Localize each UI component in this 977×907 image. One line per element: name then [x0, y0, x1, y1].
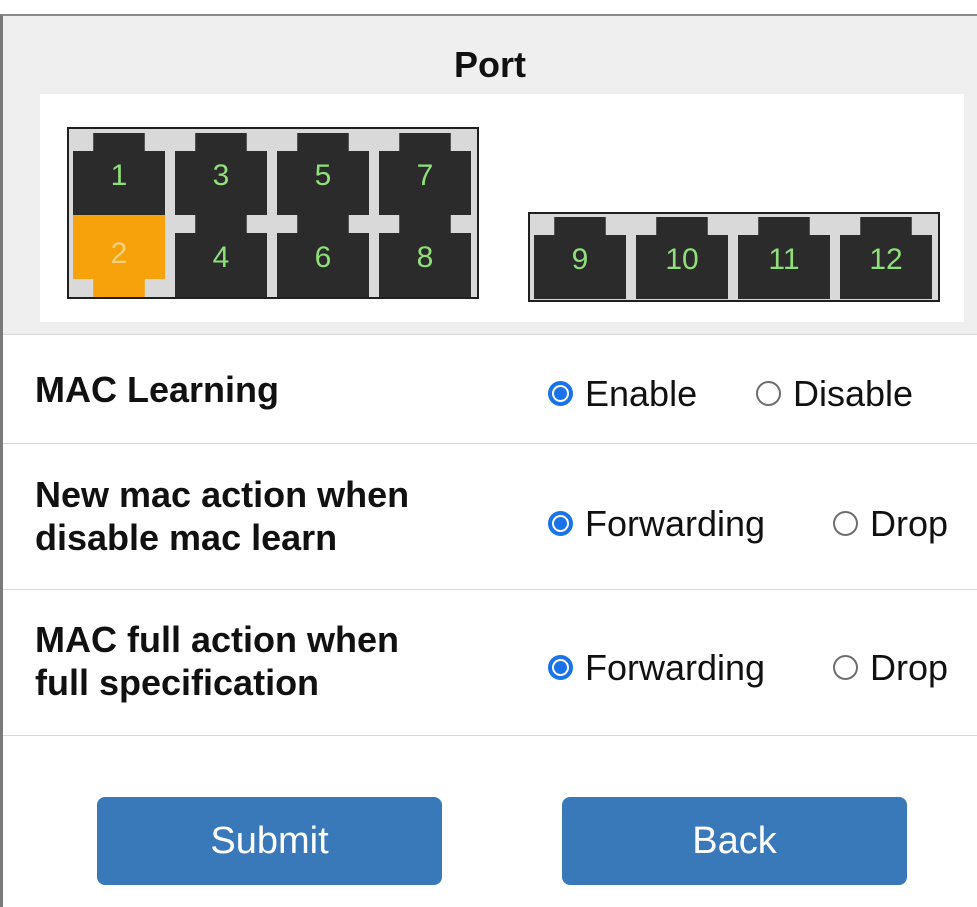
mac-full-drop-option[interactable]: Drop [833, 646, 948, 689]
port-9[interactable]: 9 [534, 217, 626, 299]
port-1[interactable]: 1 [73, 133, 165, 215]
mac-learning-disable-radio[interactable] [756, 381, 781, 406]
back-button[interactable]: Back [562, 797, 907, 885]
mac-learning-enable-radio[interactable] [548, 381, 573, 406]
new-mac-drop-option[interactable]: Drop [833, 502, 948, 545]
mac-full-forwarding-option[interactable]: Forwarding [548, 646, 765, 689]
port-3[interactable]: 3 [175, 133, 267, 215]
port-5[interactable]: 5 [277, 133, 369, 215]
submit-button[interactable]: Submit [97, 797, 442, 885]
port-11[interactable]: 11 [738, 217, 830, 299]
new-mac-forwarding-radio[interactable] [548, 511, 573, 536]
port-8[interactable]: 8 [379, 215, 471, 297]
mac-learning-disable-option[interactable]: Disable [756, 372, 913, 415]
new-mac-action-row: New mac action when disable mac learn Fo… [3, 444, 977, 590]
port-12[interactable]: 12 [840, 217, 932, 299]
port-4[interactable]: 4 [175, 215, 267, 297]
port-panel: 1 3 5 7 2 4 6 8 9 10 11 12 [40, 94, 964, 322]
mac-full-forwarding-radio[interactable] [548, 655, 573, 680]
mac-learning-enable-option[interactable]: Enable [548, 372, 697, 415]
port-group-1-8: 1 3 5 7 2 4 6 8 [67, 127, 479, 299]
port-section: Port 1 3 5 7 2 4 6 8 9 10 11 12 [3, 16, 977, 335]
mac-full-action-row: MAC full action when full specification … [3, 590, 977, 736]
new-mac-drop-radio[interactable] [833, 511, 858, 536]
mac-full-drop-radio[interactable] [833, 655, 858, 680]
port-10[interactable]: 10 [636, 217, 728, 299]
new-mac-action-label: New mac action when disable mac learn [35, 474, 410, 558]
mac-full-action-label: MAC full action when full specification [35, 619, 399, 703]
port-7[interactable]: 7 [379, 133, 471, 215]
port-title: Port [454, 44, 526, 85]
new-mac-forwarding-option[interactable]: Forwarding [548, 502, 765, 545]
port-2[interactable]: 2 [73, 215, 165, 297]
port-group-9-12: 9 10 11 12 [528, 212, 940, 302]
port-6[interactable]: 6 [277, 215, 369, 297]
mac-learning-row: MAC Learning Enable Disable [3, 335, 977, 444]
mac-learning-label: MAC Learning [35, 369, 280, 410]
